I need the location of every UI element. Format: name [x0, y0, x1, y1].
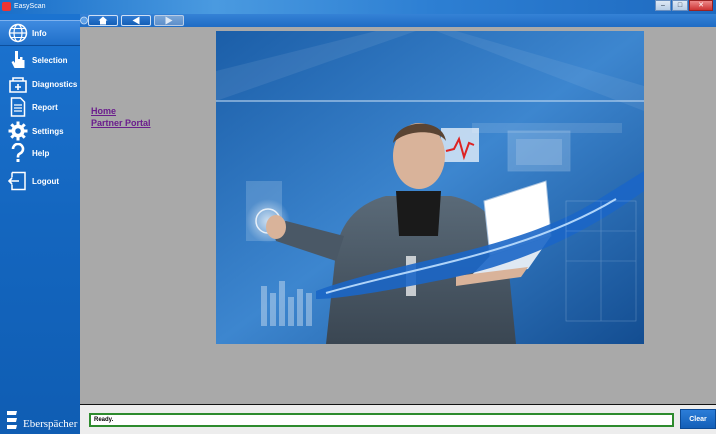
sidebar-item-label: Diagnostics [32, 79, 78, 89]
brand-name: Eberspächer [23, 418, 78, 430]
title-bar: EasyScan – □ ✕ [0, 0, 716, 14]
sidebar-item-label: Logout [32, 176, 60, 186]
eberspaecher-mark-icon [7, 411, 17, 429]
nav-toolbar [80, 14, 716, 27]
logout-icon [7, 170, 29, 192]
app-icon [2, 2, 11, 11]
sidebar-item-help[interactable]: Help [0, 140, 80, 166]
brand-logo: Eberspächer [6, 409, 77, 431]
man-holding-laptop-illustration [216, 31, 644, 344]
sidebar-item-label: Info [32, 28, 47, 38]
document-icon [7, 96, 29, 118]
hero-image [216, 31, 644, 344]
partner-portal-link[interactable]: Partner Portal [91, 117, 151, 129]
window-controls: – □ ✕ [654, 0, 713, 11]
sidebar-item-label: Settings [32, 126, 64, 136]
close-button[interactable]: ✕ [689, 0, 713, 11]
home-button[interactable] [88, 15, 118, 26]
minimize-button[interactable]: – [655, 0, 671, 11]
globe-icon [7, 22, 29, 44]
question-icon [7, 142, 29, 164]
window-title: EasyScan [14, 3, 46, 10]
sidebar-item-label: Report [32, 102, 58, 112]
forward-arrow-icon [165, 16, 173, 25]
home-icon [98, 16, 108, 25]
gear-icon [7, 120, 29, 142]
info-links: Home Partner Portal [91, 105, 151, 129]
status-field: Ready. [89, 413, 674, 427]
clear-button[interactable]: Clear [680, 409, 716, 429]
toolbar-orb-icon [80, 16, 88, 25]
maximize-button[interactable]: □ [672, 0, 688, 11]
sidebar-item-label: Help [32, 148, 50, 158]
sidebar-item-logout[interactable]: Logout [0, 168, 80, 194]
sidebar: Info Selection Diagnostics Report Settin [0, 14, 80, 434]
sidebar-item-info[interactable]: Info [0, 20, 80, 46]
back-button[interactable] [121, 15, 151, 26]
diagnostics-box-icon [7, 73, 29, 95]
back-arrow-icon [132, 16, 140, 25]
sidebar-item-report[interactable]: Report [0, 94, 80, 120]
app-window: EasyScan – □ ✕ Info Selection Diagnostic… [0, 0, 716, 434]
sidebar-item-label: Selection [32, 55, 68, 65]
hand-pointer-icon [7, 49, 29, 71]
status-bar: Ready. Clear [80, 404, 716, 434]
sidebar-item-selection[interactable]: Selection [0, 47, 80, 73]
home-link[interactable]: Home [91, 105, 151, 117]
forward-button[interactable] [154, 15, 184, 26]
